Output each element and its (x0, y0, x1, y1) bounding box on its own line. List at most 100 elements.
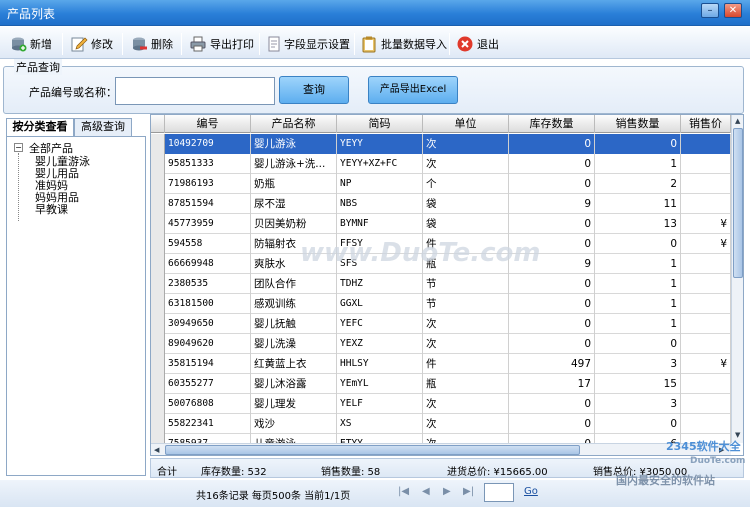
cell-stock[interactable]: 0 (509, 414, 595, 434)
table-row[interactable]: 95851333 婴儿游泳+洗... YEYY+XZ+FC 次 0 1 (151, 154, 731, 174)
cell-code[interactable]: NBS (337, 194, 423, 214)
cell-code[interactable]: YEmYL (337, 374, 423, 394)
cell-code[interactable]: YEYY (337, 134, 423, 154)
cell-stock[interactable]: 0 (509, 174, 595, 194)
row-header[interactable] (151, 154, 165, 174)
cell-unit[interactable]: 节 (423, 294, 509, 314)
cell-code[interactable]: YEYY+XZ+FC (337, 154, 423, 174)
cell-sold[interactable]: 3 (595, 394, 681, 414)
table-row[interactable]: 87851594 尿不湿 NBS 袋 9 11 (151, 194, 731, 214)
cell-unit[interactable]: 瓶 (423, 374, 509, 394)
cell-id[interactable]: 2380535 (165, 274, 251, 294)
first-page-icon[interactable]: |◀ (398, 486, 409, 497)
tree-node[interactable]: 早教课 (35, 201, 68, 217)
column-header-unit[interactable]: 单位 (423, 115, 509, 133)
cell-sold[interactable]: 15 (595, 374, 681, 394)
cell-sold[interactable]: 11 (595, 194, 681, 214)
cell-name[interactable]: 感观训练 (251, 294, 337, 314)
edit-button[interactable]: 修改 (70, 33, 113, 55)
table-row[interactable]: 89049620 婴儿洗澡 YEXZ 次 0 0 (151, 334, 731, 354)
cell-price[interactable] (681, 414, 731, 434)
scroll-up-icon[interactable]: ▲ (735, 117, 740, 125)
cell-stock[interactable]: 0 (509, 334, 595, 354)
row-header[interactable] (151, 234, 165, 254)
vertical-scrollbar[interactable]: ▲ ▼ (731, 115, 743, 443)
cell-unit[interactable]: 次 (423, 414, 509, 434)
column-header-code[interactable]: 简码 (337, 115, 423, 133)
cell-code[interactable]: HHLSY (337, 354, 423, 374)
scroll-left-icon[interactable]: ◀ (154, 446, 159, 454)
row-header[interactable] (151, 274, 165, 294)
cell-price[interactable] (681, 274, 731, 294)
cell-price[interactable] (681, 314, 731, 334)
cell-price[interactable] (681, 254, 731, 274)
cell-id[interactable]: 50076808 (165, 394, 251, 414)
cell-price[interactable] (681, 294, 731, 314)
cell-sold[interactable]: 0 (595, 334, 681, 354)
cell-sold[interactable]: 1 (595, 274, 681, 294)
table-row[interactable]: 71986193 奶瓶 NP 个 0 2 (151, 174, 731, 194)
cell-name[interactable]: 奶瓶 (251, 174, 337, 194)
cell-stock[interactable]: 9 (509, 194, 595, 214)
export-excel-button[interactable]: 产品导出Excel (368, 76, 458, 104)
collapse-icon[interactable]: − (14, 143, 23, 152)
row-header[interactable] (151, 294, 165, 314)
column-header-id[interactable]: 编号 (165, 115, 251, 133)
cell-id[interactable]: 71986193 (165, 174, 251, 194)
cell-id[interactable]: 30949650 (165, 314, 251, 334)
cell-stock[interactable]: 0 (509, 134, 595, 154)
cell-name[interactable]: 婴儿洗澡 (251, 334, 337, 354)
cell-unit[interactable]: 个 (423, 174, 509, 194)
cell-id[interactable]: 95851333 (165, 154, 251, 174)
cell-id[interactable]: 87851594 (165, 194, 251, 214)
cell-name[interactable]: 红黄蓝上衣 (251, 354, 337, 374)
cell-code[interactable]: YELF (337, 394, 423, 414)
table-row[interactable]: 60355277 婴儿沐浴露 YEmYL 瓶 17 15 (151, 374, 731, 394)
horizontal-scroll-thumb[interactable] (165, 445, 580, 455)
cell-stock[interactable]: 0 (509, 274, 595, 294)
vertical-scroll-thumb[interactable] (733, 128, 743, 278)
cell-stock[interactable]: 0 (509, 314, 595, 334)
cell-id[interactable]: 35815194 (165, 354, 251, 374)
next-page-icon[interactable]: ▶ (443, 486, 451, 497)
cell-sold[interactable]: 0 (595, 414, 681, 434)
batch-import-button[interactable]: 批量数据导入 (360, 33, 447, 55)
minimize-button[interactable]: – (701, 3, 719, 18)
table-row[interactable]: 63181500 感观训练 GGXL 节 0 1 (151, 294, 731, 314)
cell-unit[interactable]: 次 (423, 394, 509, 414)
table-row[interactable]: 2380535 团队合作 TDHZ 节 0 1 (151, 274, 731, 294)
column-header-price[interactable]: 销售价 (681, 115, 731, 133)
cell-id[interactable]: 55822341 (165, 414, 251, 434)
row-header[interactable] (151, 174, 165, 194)
cell-name[interactable]: 婴儿沐浴露 (251, 374, 337, 394)
cell-name[interactable]: 婴儿抚触 (251, 314, 337, 334)
go-link[interactable]: Go (524, 486, 538, 497)
cell-unit[interactable]: 节 (423, 274, 509, 294)
cell-price[interactable] (681, 174, 731, 194)
cell-sold[interactable]: 0 (595, 234, 681, 254)
cell-name[interactable]: 婴儿理发 (251, 394, 337, 414)
page-number-input[interactable] (484, 483, 514, 502)
table-row[interactable]: 30949650 婴儿抚触 YEFC 次 0 1 (151, 314, 731, 334)
cell-name[interactable]: 尿不湿 (251, 194, 337, 214)
cell-sold[interactable]: 0 (595, 134, 681, 154)
cell-code[interactable]: GGXL (337, 294, 423, 314)
cell-sold[interactable]: 1 (595, 154, 681, 174)
cell-unit[interactable]: 袋 (423, 214, 509, 234)
cell-code[interactable]: BYMNF (337, 214, 423, 234)
cell-price[interactable] (681, 374, 731, 394)
column-header-name[interactable]: 产品名称 (251, 115, 337, 133)
cell-id[interactable]: 89049620 (165, 334, 251, 354)
cell-price[interactable]: ¥ (681, 234, 731, 254)
horizontal-scrollbar[interactable]: ◀ ▶ (151, 443, 731, 455)
cell-id[interactable]: 45773959 (165, 214, 251, 234)
delete-button[interactable]: 删除 (130, 33, 173, 55)
row-header[interactable] (151, 354, 165, 374)
cell-unit[interactable]: 次 (423, 314, 509, 334)
row-header[interactable] (151, 134, 165, 154)
export-print-button[interactable]: 导出打印 (189, 33, 254, 55)
cell-stock[interactable]: 0 (509, 214, 595, 234)
cell-unit[interactable]: 次 (423, 134, 509, 154)
table-row[interactable]: 10492709 婴儿游泳 YEYY 次 0 0 (151, 134, 731, 154)
table-row[interactable]: 50076808 婴儿理发 YELF 次 0 3 (151, 394, 731, 414)
